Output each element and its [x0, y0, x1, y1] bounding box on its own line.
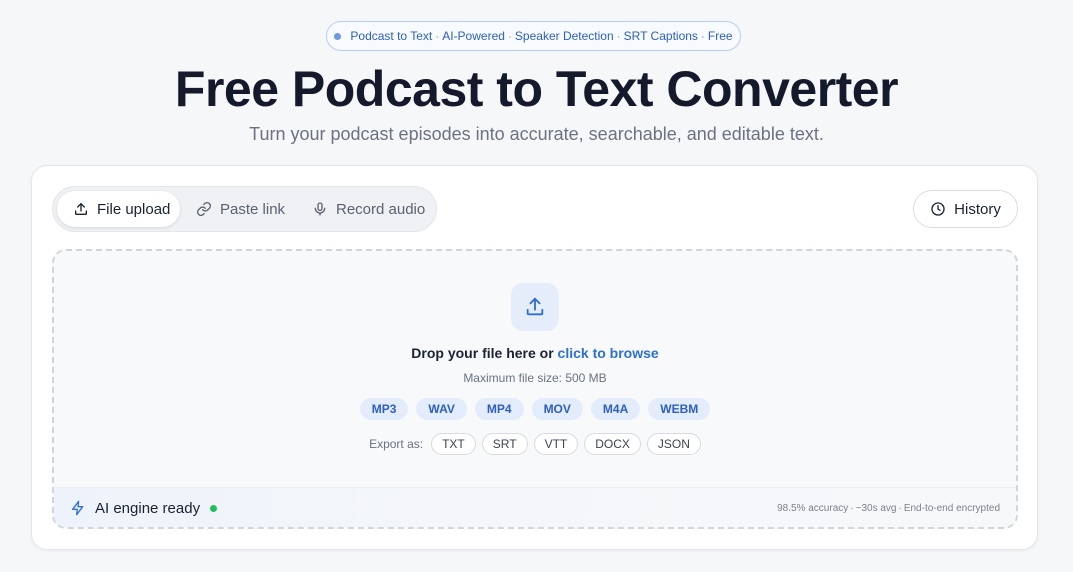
input-mode-tabs: File upload Paste link Record audio — [52, 186, 437, 232]
converter-card: File upload Paste link Record audio Hist… — [31, 165, 1038, 550]
feature-badge: Podcast to Text · AI-Powered · Speaker D… — [326, 21, 741, 51]
badge-separator: · — [616, 29, 621, 43]
badge-dot — [334, 32, 342, 40]
drop-prompt: Drop your file here or — [411, 345, 558, 361]
tab-paste-link[interactable]: Paste link — [180, 191, 296, 227]
badge-item: SRT Captions — [623, 29, 698, 43]
format-chip: WEBM — [648, 398, 711, 420]
max-file-size: Maximum file size: 500 MB — [463, 371, 607, 385]
stat-separator: · — [898, 502, 902, 514]
page-subtitle: Turn your podcast episodes into accurate… — [249, 124, 824, 144]
microphone-icon — [314, 202, 326, 216]
clock-icon — [931, 202, 945, 216]
supported-formats: MP3 WAV MP4 MOV M4A WEBM — [54, 398, 1016, 420]
format-chip: MP3 — [359, 398, 409, 420]
format-chip: M4A — [590, 398, 641, 420]
badge-separator: · — [435, 29, 440, 43]
tab-label: Paste link — [220, 200, 286, 218]
engine-stats: 98.5% accuracy · ~30s avg · End-to-end e… — [777, 488, 1000, 527]
badge-item: Podcast to Text — [350, 29, 433, 43]
upload-icon — [526, 297, 544, 316]
export-chip: VTT — [533, 433, 579, 455]
format-chip: WAV — [416, 398, 467, 420]
export-chip: TXT — [431, 433, 476, 455]
tab-record-audio[interactable]: Record audio — [296, 191, 432, 227]
lightning-icon — [72, 500, 84, 516]
tab-file-upload[interactable]: File upload — [57, 191, 180, 227]
stat-item: End-to-end encrypted — [903, 502, 1000, 514]
export-chip: DOCX — [584, 433, 641, 455]
badge-separator: · — [700, 29, 705, 43]
link-icon — [197, 202, 211, 216]
drop-instructions: Drop your file here or click to browse — [54, 345, 1016, 361]
engine-status-label: AI engine ready — [95, 499, 201, 517]
export-chip: JSON — [646, 433, 701, 455]
status-bar: AI engine ready 98.5% accuracy · ~30s av… — [54, 487, 1016, 527]
file-dropzone[interactable]: Drop your file here or click to browse M… — [52, 249, 1018, 529]
history-label: History — [954, 200, 1001, 218]
export-chip: SRT — [481, 433, 528, 455]
export-formats: Export as: TXT SRT VTT DOCX JSON — [54, 433, 1016, 455]
browse-link[interactable]: click to browse — [558, 345, 659, 361]
tab-label: Record audio — [336, 200, 426, 218]
badge-separator: · — [507, 29, 512, 43]
stat-separator: · — [850, 502, 854, 514]
page-title: Free Podcast to Text Converter — [174, 61, 899, 117]
upload-icon — [75, 203, 87, 215]
ready-indicator — [210, 504, 218, 512]
badge-item: AI-Powered — [442, 29, 505, 43]
badge-item: Speaker Detection — [514, 29, 614, 43]
export-label: Export as: — [369, 437, 424, 451]
tab-label: File upload — [97, 200, 171, 218]
history-button[interactable]: History — [913, 190, 1018, 228]
engine-status: AI engine ready — [70, 488, 218, 527]
format-chip: MOV — [531, 398, 583, 420]
upload-icon-box — [511, 283, 559, 331]
format-chip: MP4 — [474, 398, 524, 420]
stat-item: 98.5% accuracy — [777, 502, 849, 514]
stat-item: ~30s avg — [855, 502, 897, 514]
badge-item: Free — [707, 29, 733, 43]
